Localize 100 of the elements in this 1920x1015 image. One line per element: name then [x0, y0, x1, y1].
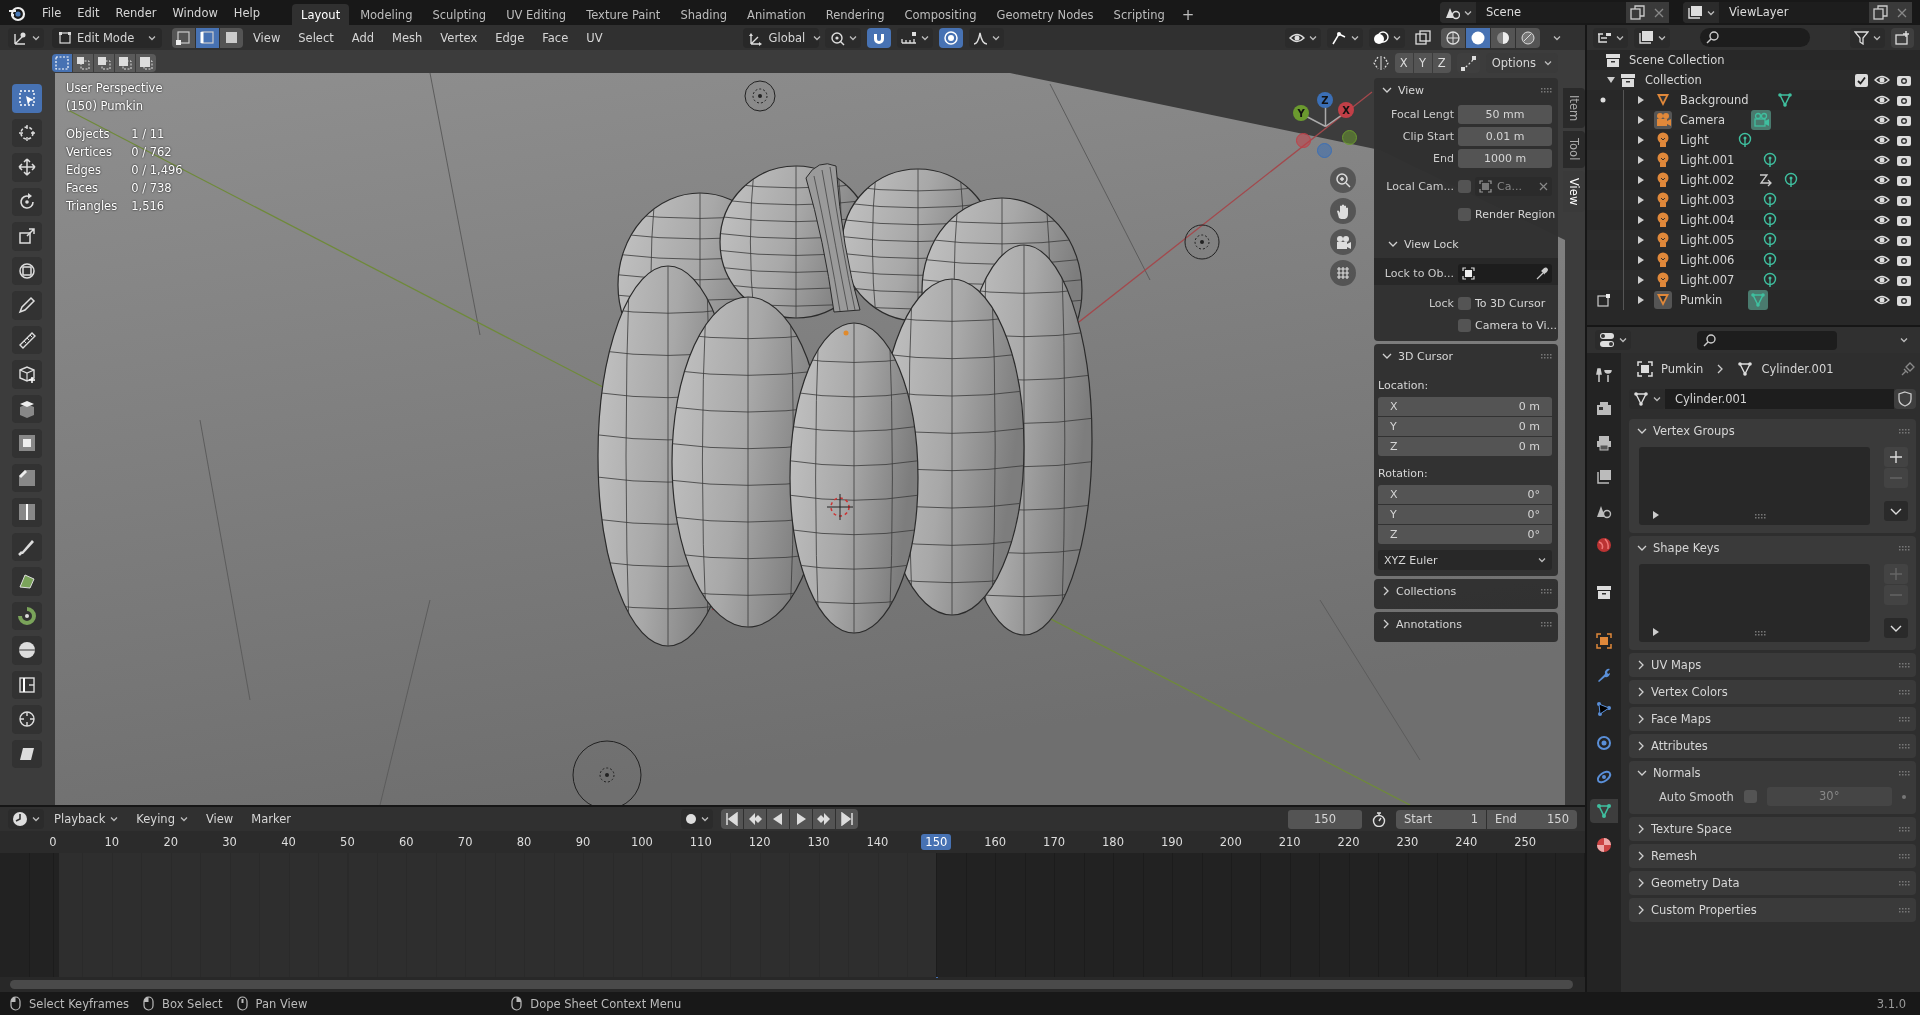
workspace-tab[interactable]: Geometry Nodes: [987, 4, 1103, 25]
workspace-tab[interactable]: Rendering: [816, 4, 894, 25]
axis-toggle[interactable]: Y: [1413, 53, 1432, 73]
outliner-item[interactable]: Camera: [1676, 113, 1730, 127]
menu-item[interactable]: Render: [107, 2, 165, 23]
frame-number: 0: [48, 834, 58, 850]
view-layer-field[interactable]: ViewLayer: [1719, 2, 1869, 23]
outliner-item[interactable]: Light.003: [1676, 193, 1739, 207]
workspace-tab[interactable]: Animation: [738, 4, 815, 25]
panel-header[interactable]: Texture Space: [1629, 817, 1916, 841]
frame-number[interactable]: 150: [921, 834, 952, 850]
frame-number: 210: [1277, 834, 1302, 850]
workspace-tab[interactable]: UV Editing: [497, 4, 576, 25]
workspace-tab[interactable]: Sculpting: [423, 4, 496, 25]
workspace-tab[interactable]: Compositing: [895, 4, 986, 25]
outliner-item[interactable]: Light.001: [1676, 153, 1739, 167]
workspace-tab[interactable]: Scripting: [1104, 4, 1174, 25]
number-field[interactable]: X 0°: [1378, 485, 1552, 504]
menu-item[interactable]: Edit: [69, 2, 108, 23]
axis-toggle[interactable]: X: [1394, 53, 1413, 73]
status-hint: Select Keyframes: [29, 996, 130, 1011]
current-frame-field[interactable]: 150: [1288, 809, 1362, 829]
panel-header[interactable]: Normals: [1629, 761, 1916, 785]
panel-header[interactable]: Shape Keys: [1629, 536, 1916, 560]
subpanel-header[interactable]: View Lock: [1388, 237, 1459, 251]
menu-item[interactable]: Marker: [243, 808, 299, 830]
scene-field[interactable]: Scene: [1476, 2, 1626, 23]
menu-item[interactable]: Window: [164, 2, 226, 23]
number-field[interactable]: Z 0°: [1378, 525, 1552, 544]
menu-item[interactable]: Playback: [46, 808, 127, 830]
stat-label: Vertices: [66, 144, 113, 161]
panel-header[interactable]: Attributes: [1629, 734, 1916, 758]
number-field[interactable]: Z 0 m: [1378, 437, 1552, 456]
object-name: (150) Pumkin: [66, 98, 144, 115]
menu-item[interactable]: Face: [534, 27, 577, 48]
frame-number: 20: [162, 834, 180, 850]
panel-header[interactable]: Face Maps: [1629, 707, 1916, 731]
menu-item[interactable]: Mesh: [384, 27, 431, 48]
outliner-item[interactable]: Light.002: [1676, 173, 1739, 187]
number-field[interactable]: Y 0°: [1378, 505, 1552, 524]
panel-header[interactable]: 3D Cursor: [1374, 344, 1558, 368]
panel-header[interactable]: Vertex Groups: [1629, 419, 1916, 443]
outliner-item[interactable]: Background: [1676, 93, 1753, 107]
object-field[interactable]: Ca...: [1475, 176, 1552, 196]
outliner-item[interactable]: Collection: [1641, 73, 1706, 87]
frame-number: 110: [688, 834, 713, 850]
frame-number: 80: [515, 834, 533, 850]
menu-item[interactable]: Add: [343, 27, 383, 48]
mode-dropdown[interactable]: Edit Mode: [52, 27, 162, 48]
menu-item[interactable]: Keying: [128, 808, 196, 830]
menu-item[interactable]: Select: [290, 27, 342, 48]
panel-header[interactable]: Geometry Data: [1629, 871, 1916, 895]
end-frame-field[interactable]: End 150: [1487, 809, 1577, 829]
menu-item[interactable]: Edge: [487, 27, 533, 48]
outliner-item[interactable]: Scene Collection: [1625, 53, 1729, 67]
number-field[interactable]: 1000 m: [1458, 148, 1552, 168]
outliner-item[interactable]: Light.006: [1676, 253, 1739, 267]
field-label: Lock: [1427, 296, 1454, 310]
panel-header[interactable]: Remesh: [1629, 844, 1916, 868]
menu-item[interactable]: View: [245, 27, 289, 48]
breadcrumb-item: Pumkin: [1661, 362, 1704, 376]
panel-header[interactable]: Collections: [1374, 579, 1558, 603]
axis-handle[interactable]: X: [1338, 102, 1354, 118]
outliner-item[interactable]: Light.005: [1676, 233, 1739, 247]
workspace-tab[interactable]: Modeling: [351, 4, 422, 25]
sidebar-tab[interactable]: Item: [1563, 88, 1585, 129]
rotation-mode-dropdown[interactable]: XYZ Euler: [1378, 550, 1552, 570]
menu-item[interactable]: File: [34, 2, 70, 23]
number-field[interactable]: 0.01 m: [1458, 126, 1552, 146]
frame-number: 60: [397, 834, 415, 850]
outliner-item[interactable]: Pumkin: [1676, 293, 1727, 307]
panel-header[interactable]: Vertex Colors: [1629, 680, 1916, 704]
outliner-item[interactable]: Light: [1676, 133, 1713, 147]
mesh-name-field[interactable]: Cylinder.001: [1665, 389, 1894, 409]
workspace-tab[interactable]: Shading: [671, 4, 737, 25]
start-frame-field[interactable]: Start 1: [1396, 809, 1486, 829]
axis-handle[interactable]: Z: [1317, 92, 1333, 108]
axis-toggle[interactable]: Z: [1432, 53, 1451, 73]
add-workspace-button[interactable]: +: [1175, 4, 1201, 25]
menu-item[interactable]: Help: [225, 2, 269, 23]
panel-header[interactable]: Annotations: [1374, 612, 1558, 636]
outliner-item[interactable]: Light.007: [1676, 273, 1739, 287]
panel-header[interactable]: Custom Properties: [1629, 898, 1916, 922]
menu-item[interactable]: UV: [578, 27, 611, 48]
frame-number: 40: [280, 834, 297, 850]
orientation-dropdown[interactable]: Global: [742, 27, 819, 48]
stat-value: 0 / 738: [131, 180, 173, 197]
workspace-tab[interactable]: Texture Paint: [577, 4, 670, 25]
workspace-tab[interactable]: Layout: [292, 4, 350, 25]
sidebar-tab[interactable]: Tool: [1563, 131, 1585, 168]
panel-header[interactable]: View: [1374, 78, 1558, 102]
number-field[interactable]: 50 mm: [1458, 104, 1552, 124]
panel-header[interactable]: UV Maps: [1629, 653, 1916, 677]
outliner-item[interactable]: Light.004: [1676, 213, 1739, 227]
menu-item[interactable]: View: [197, 808, 242, 830]
menu-item[interactable]: Vertex: [432, 27, 486, 48]
frame-number: 90: [574, 834, 592, 850]
number-field[interactable]: Y 0 m: [1378, 417, 1552, 436]
number-field[interactable]: X 0 m: [1378, 397, 1552, 416]
axis-handle[interactable]: Y: [1293, 105, 1309, 121]
